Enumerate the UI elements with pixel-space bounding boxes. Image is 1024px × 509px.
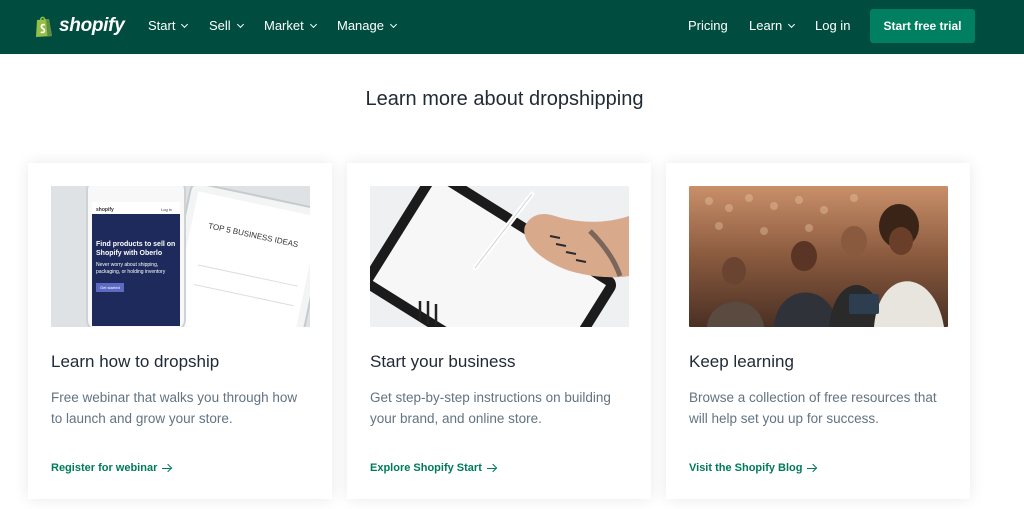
visit-shopify-blog-link[interactable]: Visit the Shopify Blog: [689, 462, 817, 474]
link-label: Visit the Shopify Blog: [689, 462, 803, 474]
explore-shopify-start-link[interactable]: Explore Shopify Start: [370, 462, 497, 474]
arrow-right-icon: [486, 464, 497, 472]
nav-start-label: Start: [148, 18, 176, 33]
link-label: Explore Shopify Start: [370, 462, 482, 474]
card-description: Browse a collection of free resources th…: [689, 390, 937, 426]
nav-learn[interactable]: Learn: [749, 18, 796, 33]
card-keep-learning: Keep learning Browse a collection of fre…: [666, 163, 970, 499]
nav-pricing[interactable]: Pricing: [688, 18, 728, 33]
shopify-logo[interactable]: shopify: [34, 13, 125, 39]
card-image-phone-tablet: TOP 5 BUSINESS IDEAS shopify Log in Find…: [51, 186, 310, 327]
shopping-bag-icon: [36, 16, 52, 37]
nav-start[interactable]: Start: [148, 18, 189, 33]
phone-subtext: Never worry about shipping, packaging, o…: [96, 262, 166, 275]
nav-manage[interactable]: Manage: [337, 18, 398, 33]
section-heading: Learn more about dropshipping: [365, 88, 644, 110]
chevron-down-icon: [788, 20, 796, 28]
link-label: Register for webinar: [51, 462, 158, 474]
card-description: Free webinar that walks you through how …: [51, 390, 298, 426]
card-image-tablet-drawing: [370, 186, 629, 327]
register-webinar-link[interactable]: Register for webinar: [51, 462, 172, 474]
nav-login-label: Log in: [815, 18, 851, 33]
card-description: Get step-by-step instructions on buildin…: [370, 390, 611, 426]
nav-pricing-label: Pricing: [688, 18, 728, 33]
phone-headline-text: Find products to sell on Shopify with Ob…: [96, 241, 176, 257]
chevron-down-icon: [389, 20, 398, 28]
nav-market[interactable]: Market: [264, 18, 317, 33]
card-learn-dropship: TOP 5 BUSINESS IDEAS shopify Log in Find…: [28, 163, 332, 499]
logo-text: shopify: [59, 15, 125, 36]
chevron-down-icon: [309, 20, 317, 28]
phone-brand-text: shopify: [96, 207, 114, 213]
chevron-down-icon: [181, 20, 189, 28]
card-title: Learn how to dropship: [51, 352, 220, 371]
phone-login-text: Log in: [161, 207, 172, 212]
card-title: Keep learning: [689, 352, 794, 371]
arrow-right-icon: [807, 464, 817, 472]
nav-login[interactable]: Log in: [815, 18, 850, 33]
nav-sell-label: Sell: [209, 18, 231, 33]
top-nav: shopify Start Sell Market Manage Pricing…: [0, 0, 1024, 54]
card-title: Start your business: [370, 352, 516, 371]
nav-market-label: Market: [264, 18, 304, 33]
nav-manage-label: Manage: [337, 18, 384, 33]
card-start-business: Start your business Get step-by-step ins…: [347, 163, 651, 499]
arrow-right-icon: [162, 464, 172, 472]
card-image-group-people: [689, 186, 948, 327]
start-free-trial-button[interactable]: Start free trial: [870, 9, 975, 43]
phone-button-text: Get started: [96, 283, 124, 292]
nav-learn-label: Learn: [749, 18, 783, 33]
nav-sell[interactable]: Sell: [209, 18, 244, 33]
chevron-down-icon: [236, 20, 244, 28]
